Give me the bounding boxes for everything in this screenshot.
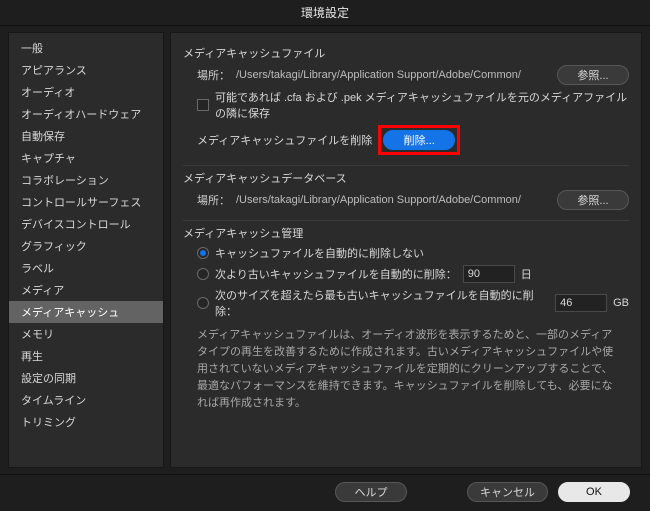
help-button[interactable]: ヘルプ <box>335 482 407 502</box>
sidebar-item-10[interactable]: ラベル <box>9 257 163 279</box>
sidebar-item-9[interactable]: グラフィック <box>9 235 163 257</box>
cache-files-path: /Users/takagi/Library/Application Suppor… <box>236 69 521 81</box>
section-cache-files-title: メディアキャッシュファイル <box>183 45 629 61</box>
radio-by-size-label: 次のサイズを超えたら最も古いキャッシュファイルを自動的に削除： <box>215 287 549 319</box>
cache-files-location-label: 場所： <box>197 67 230 83</box>
sidebar-item-4[interactable]: 自動保存 <box>9 125 163 147</box>
sidebar-item-14[interactable]: 再生 <box>9 345 163 367</box>
sidebar-item-7[interactable]: コントロールサーフェス <box>9 191 163 213</box>
browse-cache-db-button[interactable]: 参照... <box>557 190 629 210</box>
sidebar-item-12[interactable]: メディアキャッシュ <box>9 301 163 323</box>
section-cache-files: メディアキャッシュファイル 場所： /Users/takagi/Library/… <box>183 41 629 155</box>
cache-db-path: /Users/takagi/Library/Application Suppor… <box>236 194 521 206</box>
radio-by-size[interactable] <box>197 297 209 309</box>
days-input[interactable] <box>463 265 515 283</box>
sidebar-item-13[interactable]: メモリ <box>9 323 163 345</box>
sidebar-item-16[interactable]: タイムライン <box>9 389 163 411</box>
window-body: 一般アピアランスオーディオオーディオハードウェア自動保存キャプチャコラボレーショ… <box>0 26 650 474</box>
cancel-button[interactable]: キャンセル <box>467 482 548 502</box>
cache-mgmt-helptext: メディアキャッシュファイルは、オーディオ波形を表示するためと、一部のメディアタイ… <box>183 327 629 412</box>
footer: ヘルプ キャンセル OK <box>0 474 650 508</box>
sidebar-item-3[interactable]: オーディオハードウェア <box>9 103 163 125</box>
sidebar-item-2[interactable]: オーディオ <box>9 81 163 103</box>
radio-by-days-label: 次より古いキャッシュファイルを自動的に削除： <box>215 266 457 282</box>
sidebar-item-5[interactable]: キャプチャ <box>9 147 163 169</box>
sidebar-item-8[interactable]: デバイスコントロール <box>9 213 163 235</box>
section-cache-mgmt: メディアキャッシュ管理 キャッシュファイルを自動的に削除しない 次より古いキャッ… <box>183 220 629 412</box>
section-cache-db: メディアキャッシュデータベース 場所： /Users/takagi/Librar… <box>183 165 629 210</box>
section-cache-db-title: メディアキャッシュデータベース <box>183 170 629 186</box>
save-next-checkbox[interactable] <box>197 99 209 111</box>
sidebar: 一般アピアランスオーディオオーディオハードウェア自動保存キャプチャコラボレーショ… <box>8 32 164 468</box>
window-title: 環境設定 <box>0 0 650 26</box>
radio-no-delete[interactable] <box>197 247 209 259</box>
save-next-label: 可能であれば .cfa および .pek メディアキャッシュファイルを元のメディ… <box>215 89 629 121</box>
browse-cache-files-button[interactable]: 参照... <box>557 65 629 85</box>
radio-by-days[interactable] <box>197 268 209 280</box>
sidebar-item-1[interactable]: アピアランス <box>9 59 163 81</box>
main-panel: メディアキャッシュファイル 場所： /Users/takagi/Library/… <box>170 32 642 468</box>
radio-no-delete-label: キャッシュファイルを自動的に削除しない <box>215 245 424 261</box>
sidebar-item-0[interactable]: 一般 <box>9 37 163 59</box>
section-cache-mgmt-title: メディアキャッシュ管理 <box>183 225 629 241</box>
delete-button-highlight: 削除... <box>378 125 460 155</box>
sidebar-item-6[interactable]: コラボレーション <box>9 169 163 191</box>
ok-button[interactable]: OK <box>558 482 630 502</box>
delete-cache-files-label: メディアキャッシュファイルを削除 <box>197 132 372 148</box>
delete-cache-files-button[interactable]: 削除... <box>383 130 455 150</box>
cache-db-location-label: 場所： <box>197 192 230 208</box>
sidebar-item-17[interactable]: トリミング <box>9 411 163 433</box>
sidebar-item-15[interactable]: 設定の同期 <box>9 367 163 389</box>
size-input[interactable] <box>555 294 607 312</box>
size-suffix: GB <box>613 297 629 309</box>
sidebar-item-11[interactable]: メディア <box>9 279 163 301</box>
days-suffix: 日 <box>521 266 532 282</box>
